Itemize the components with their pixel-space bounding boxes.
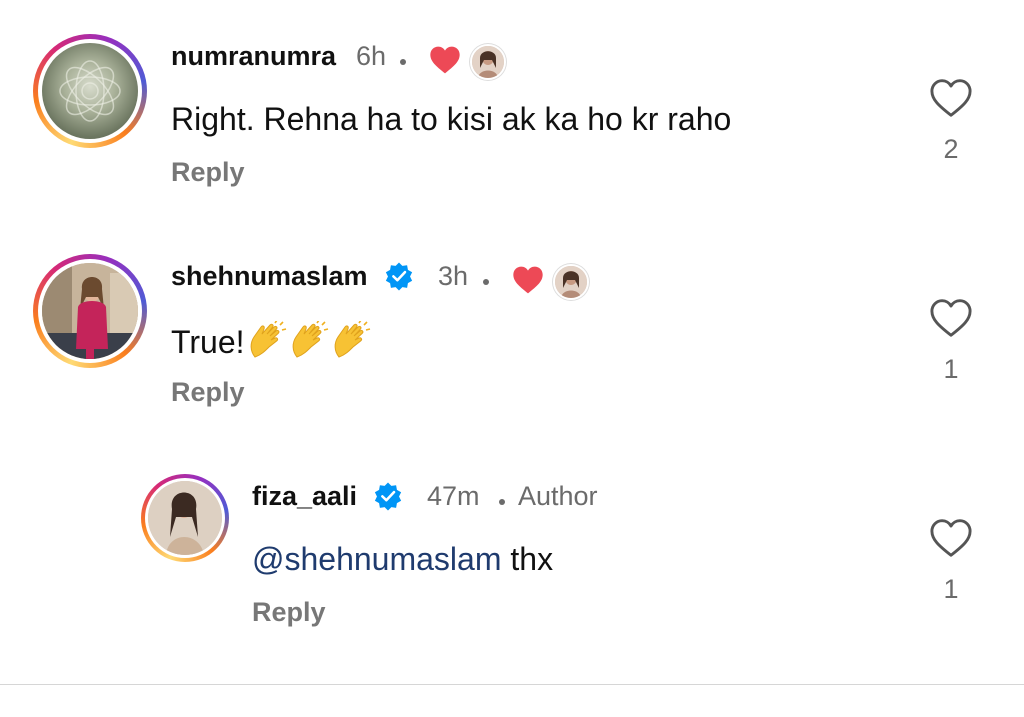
comment-timestamp: 3h xyxy=(438,261,469,291)
heart-filled-icon xyxy=(430,46,460,74)
like-count: 2 xyxy=(943,134,959,164)
avatar xyxy=(148,481,222,555)
author-avatar xyxy=(553,264,589,300)
avatar-story-ring[interactable] xyxy=(33,254,147,368)
reply-button[interactable]: Reply xyxy=(171,157,245,188)
reply-button[interactable]: Reply xyxy=(252,597,326,628)
avatar-story-ring[interactable] xyxy=(141,474,229,562)
divider xyxy=(0,684,1024,685)
separator-dot xyxy=(499,499,505,505)
comment-text-container: True! xyxy=(171,321,371,361)
comment-timestamp: 6h xyxy=(356,41,387,71)
comment-username[interactable]: shehnumaslam xyxy=(171,261,368,292)
author-avatar xyxy=(470,44,506,80)
comment-text: thx xyxy=(501,541,554,577)
clapping-hands-emoji xyxy=(292,321,328,358)
verified-badge-icon xyxy=(385,262,413,291)
verified-badge-icon xyxy=(374,482,402,511)
comment-username[interactable]: fiza_aali xyxy=(252,481,357,512)
mention-link[interactable]: @shehnumaslam xyxy=(252,541,501,577)
reply-comment-item: fiza_aali 47m Author @shehnumaslam thx R… xyxy=(0,450,1024,680)
comment-timestamp: 47m xyxy=(427,481,480,511)
reply-button[interactable]: Reply xyxy=(171,377,245,408)
heart-outline-icon[interactable] xyxy=(929,298,973,338)
avatar-story-ring[interactable] xyxy=(33,34,147,148)
comment-item: shehnumaslam 3h True! Reply 1 xyxy=(0,230,1024,450)
like-count: 1 xyxy=(943,574,959,604)
comment-text-container: @shehnumaslam thx xyxy=(252,541,553,578)
avatar xyxy=(42,43,138,139)
heart-outline-icon[interactable] xyxy=(929,518,973,558)
clapping-hands-emoji xyxy=(334,321,370,358)
separator-dot xyxy=(483,279,489,285)
heart-filled-icon xyxy=(513,266,543,294)
comments-screen: numranumra 6h Right. Rehna ha to kisi ak… xyxy=(0,0,1024,717)
author-tag: Author xyxy=(518,481,598,511)
clapping-hands-emoji xyxy=(250,321,286,358)
avatar xyxy=(42,263,138,359)
comment-username[interactable]: numranumra xyxy=(171,41,336,72)
comment-item: numranumra 6h Right. Rehna ha to kisi ak… xyxy=(0,0,1024,230)
comment-text: True! xyxy=(171,324,245,360)
like-count: 1 xyxy=(943,354,959,384)
heart-outline-icon[interactable] xyxy=(929,78,973,118)
comment-text: Right. Rehna ha to kisi ak ka ho kr raho xyxy=(171,101,732,137)
separator-dot xyxy=(400,59,406,65)
